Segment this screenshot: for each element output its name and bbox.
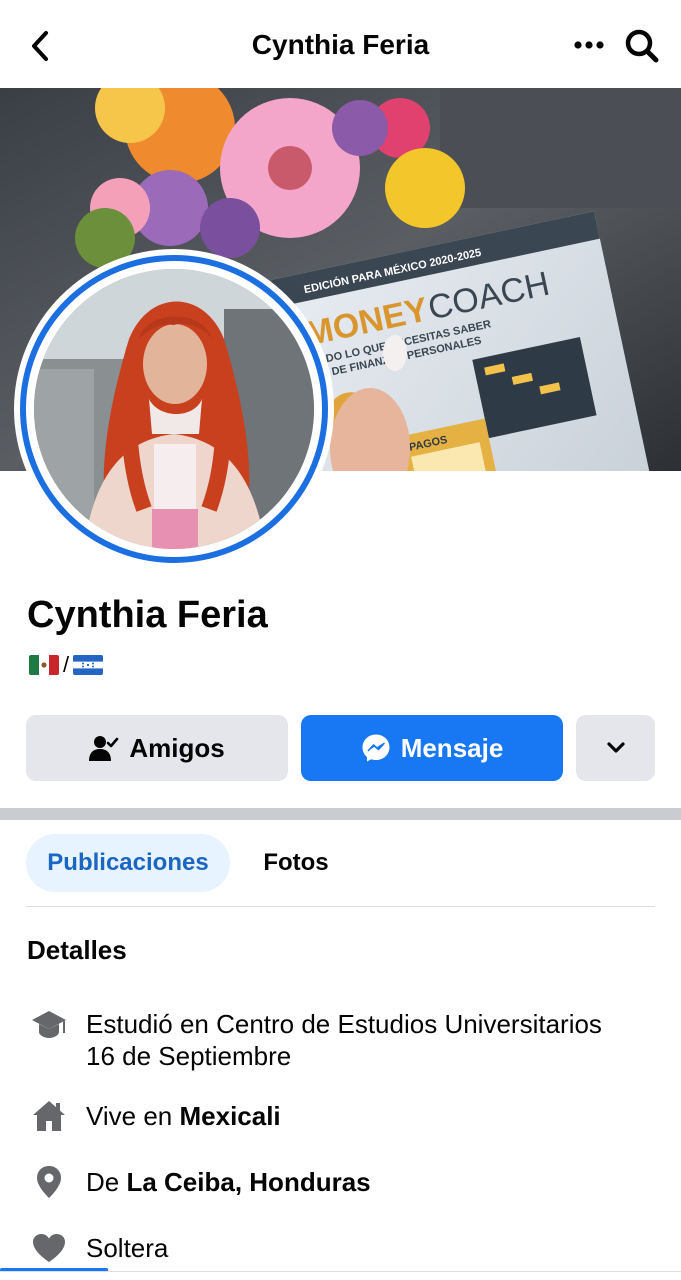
detail-relationship: Soltera [86,1233,169,1263]
bottom-divider [0,1271,681,1272]
detail-lives-in-prefix: Vive en [86,1101,180,1131]
mexico-flag-icon [29,655,59,675]
details-title: Detalles [27,935,127,965]
top-bar: Cynthia Feria [0,0,681,88]
page-title: Cynthia Feria [251,29,430,60]
messenger-icon [362,734,390,762]
detail-education-line2: 16 de Septiembre [86,1041,292,1071]
detail-lives-in: Vive en Mexicali [86,1100,281,1132]
detail-from: De La Ceiba, Honduras [86,1166,371,1198]
friends-button-label: Amigos [129,732,225,763]
profile-avatar[interactable] [14,249,334,569]
detail-from-prefix: De [86,1167,127,1197]
search-icon [625,29,659,63]
friends-check-icon [89,736,119,761]
message-button[interactable]: Mensaje [301,715,563,781]
chevron-left-icon [32,31,48,61]
avatar-photo [34,269,314,549]
search-button[interactable] [620,24,664,68]
honduras-flag-icon [73,655,104,675]
detail-from-city[interactable]: La Ceiba, Honduras [126,1167,370,1197]
graduation-cap-icon [30,1006,68,1044]
heart-icon [30,1229,68,1267]
location-pin-icon [30,1163,68,1201]
message-button-label: Mensaje [400,732,504,763]
tab-posts[interactable]: Publicaciones [26,834,230,892]
detail-lives-in-city[interactable]: Mexicali [179,1101,280,1131]
more-options-button[interactable] [566,28,612,62]
detail-education: Estudió en Centro de Estudios Universita… [86,1008,602,1072]
section-divider [0,808,681,820]
tab-photos[interactable]: Fotos [242,834,350,892]
more-actions-button[interactable] [576,715,655,781]
tabs-divider [26,906,655,907]
chevron-down-icon [606,742,625,753]
flags-separator: / [63,652,70,677]
detail-education-line1: Estudió en Centro de Estudios Universita… [86,1009,602,1039]
avatar-story-ring [20,255,328,563]
profile-name: Cynthia Feria [27,594,268,636]
friends-button[interactable]: Amigos [26,715,288,781]
more-horizontal-icon [574,41,604,49]
profile-bio-flags: / [29,652,104,678]
home-icon [30,1097,68,1135]
back-button[interactable] [22,26,58,66]
